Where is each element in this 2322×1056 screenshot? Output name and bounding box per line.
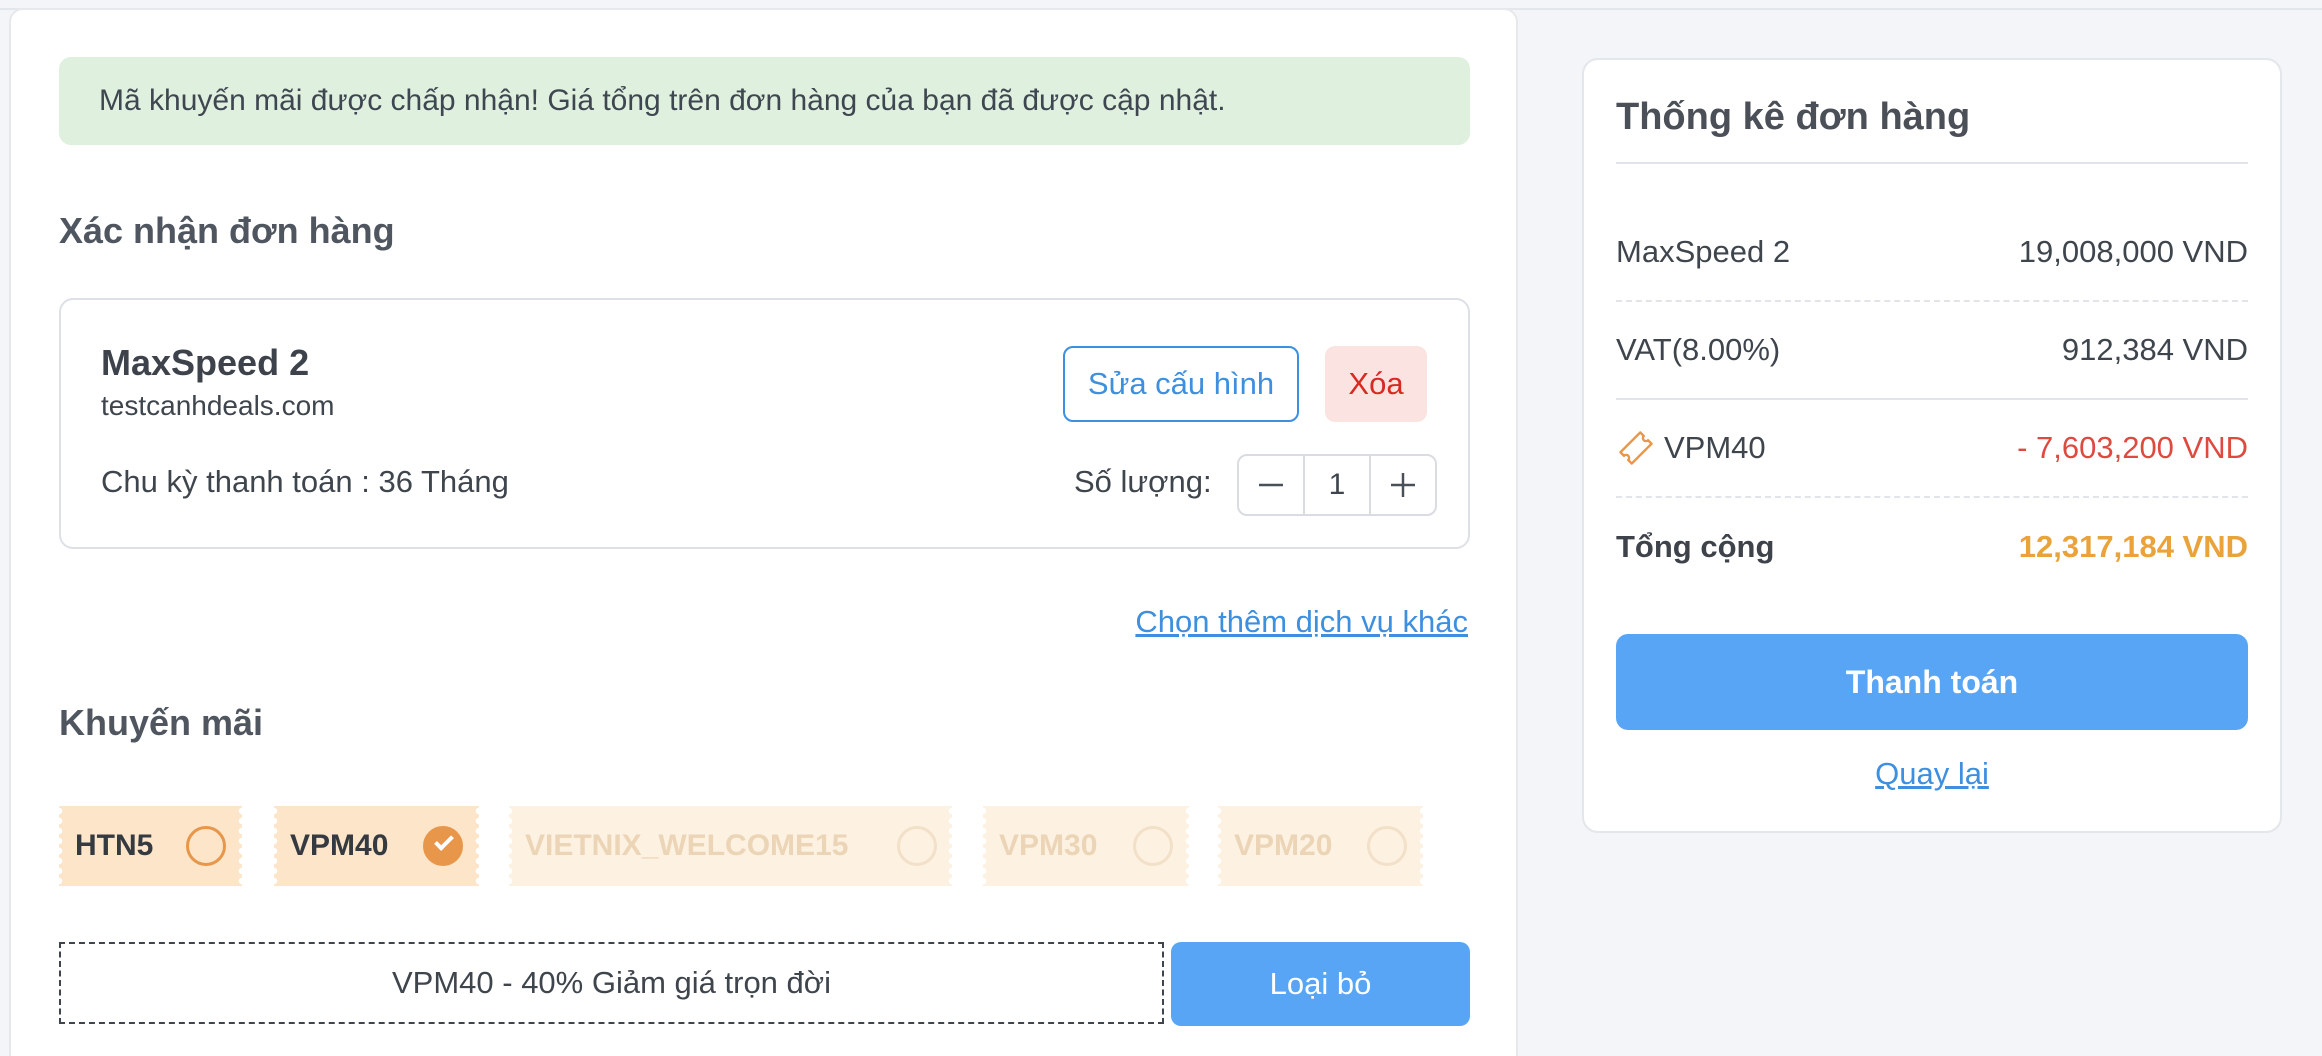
confirm-title: Xác nhận đơn hàng: [59, 210, 395, 251]
summary-row-product: MaxSpeed 2 19,008,000 VND: [1616, 204, 2248, 302]
row-label-wrap: VPM40: [1616, 428, 1766, 468]
checkout-button[interactable]: Thanh toán: [1616, 634, 2248, 730]
row-label: Tổng cộng: [1616, 529, 1775, 564]
row-value-discount: - 7,603,200 VND: [2017, 430, 2248, 465]
coupon-vietnix-welcome15: VIETNIX_WELCOME15: [509, 806, 952, 886]
coupon-vpm30: VPM30: [983, 806, 1189, 886]
edit-config-button[interactable]: Sửa cấu hình: [1063, 346, 1299, 422]
product-name: MaxSpeed 2: [101, 342, 310, 383]
coupon-radio-unchecked[interactable]: [186, 826, 226, 866]
quantity-increase-button[interactable]: [1371, 456, 1435, 514]
coupon-htn5[interactable]: HTN5: [59, 806, 242, 886]
applied-coupon: VPM40 - 40% Giảm giá trọn đời: [59, 942, 1164, 1024]
coupon-code: VPM30: [999, 829, 1098, 862]
product-card: MaxSpeed 2 testcanhdeals.com Chu kỳ than…: [59, 298, 1470, 549]
coupon-radio-disabled: [1367, 826, 1407, 866]
row-label: VPM40: [1664, 430, 1766, 465]
product-domain: testcanhdeals.com: [101, 390, 335, 421]
success-alert: Mã khuyến mãi được chấp nhận! Giá tổng t…: [59, 57, 1470, 145]
coupon-vpm20: VPM20: [1218, 806, 1423, 886]
summary-title: Thống kê đơn hàng: [1616, 96, 1971, 138]
more-services-link[interactable]: Chọn thêm dịch vụ khác: [1135, 604, 1468, 640]
row-value-total: 12,317,184 VND: [2018, 529, 2248, 564]
row-label: MaxSpeed 2: [1616, 234, 1791, 269]
quantity-label: Số lượng:: [1074, 464, 1212, 499]
billing-cycle: Chu kỳ thanh toán : 36 Tháng: [101, 464, 509, 499]
summary-row-vat: VAT(8.00%) 912,384 VND: [1616, 302, 2248, 400]
promo-title: Khuyến mãi: [59, 702, 264, 743]
coupon-code: VPM40: [290, 829, 389, 862]
delete-button[interactable]: Xóa: [1325, 346, 1427, 422]
row-label: VAT(8.00%): [1616, 332, 1781, 367]
coupon-code: VIETNIX_WELCOME15: [525, 829, 849, 862]
check-icon: [434, 831, 454, 851]
remove-coupon-button[interactable]: Loại bỏ: [1171, 942, 1470, 1026]
coupon-code: HTN5: [75, 829, 154, 862]
coupon-code: VPM20: [1234, 829, 1333, 862]
row-value: 19,008,000 VND: [2018, 234, 2248, 269]
order-panel: Mã khuyến mãi được chấp nhận! Giá tổng t…: [9, 8, 1518, 1056]
minus-icon: [1259, 483, 1283, 487]
summary-row-total: Tổng cộng 12,317,184 VND: [1616, 498, 2248, 596]
quantity-value[interactable]: 1: [1303, 456, 1371, 514]
coupon-radio-disabled: [1133, 826, 1173, 866]
coupon-vpm40[interactable]: VPM40: [274, 806, 479, 886]
summary-row-coupon: VPM40 - 7,603,200 VND: [1616, 400, 2248, 498]
coupon-radio-checked[interactable]: [423, 826, 463, 866]
coupon-radio-disabled: [897, 826, 937, 866]
plus-icon: [1391, 473, 1415, 497]
coupon-tag-icon: [1619, 431, 1653, 465]
quantity-stepper: 1: [1237, 454, 1437, 516]
back-link[interactable]: Quay lại: [1584, 756, 2280, 792]
order-summary: Thống kê đơn hàng MaxSpeed 2 19,008,000 …: [1582, 58, 2282, 833]
quantity-decrease-button[interactable]: [1239, 456, 1303, 514]
divider: [1616, 162, 2248, 164]
row-value: 912,384 VND: [2061, 332, 2248, 367]
